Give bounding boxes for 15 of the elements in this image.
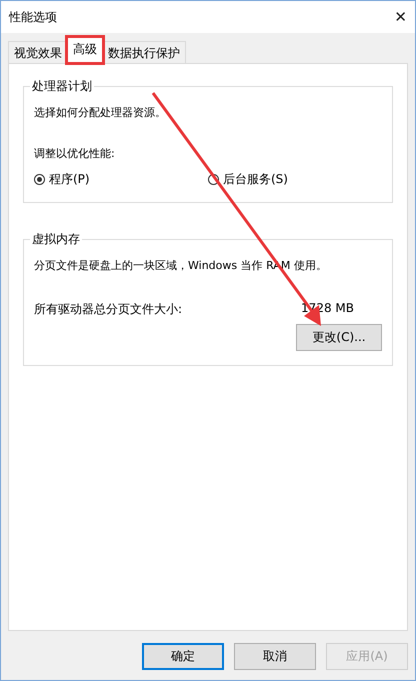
tab[interactable]: 数据执行保护 bbox=[102, 41, 186, 63]
dialog-button[interactable]: 取消 bbox=[234, 643, 316, 670]
tab[interactable]: 视觉效果 bbox=[8, 41, 68, 63]
radio-option[interactable]: 后台服务(S) bbox=[208, 171, 382, 188]
radio-option[interactable]: 程序(P) bbox=[34, 171, 208, 188]
close-button[interactable]: ✕ bbox=[394, 8, 407, 26]
prompt-text: 调整以优化性能: bbox=[34, 146, 116, 161]
size-label: 所有驱动器总分页文件大小: bbox=[34, 301, 182, 318]
group-title: 处理器计划 bbox=[31, 78, 93, 95]
dialog-button[interactable]: 确定 bbox=[142, 643, 224, 670]
change-button[interactable]: 更改(C)... bbox=[296, 324, 382, 351]
group-title: 虚拟内存 bbox=[31, 231, 81, 248]
description-text: 选择如何分配处理器资源。 bbox=[34, 105, 167, 120]
window-title: 性能选项 bbox=[9, 8, 57, 26]
tab[interactable]: 高级 bbox=[67, 37, 103, 63]
